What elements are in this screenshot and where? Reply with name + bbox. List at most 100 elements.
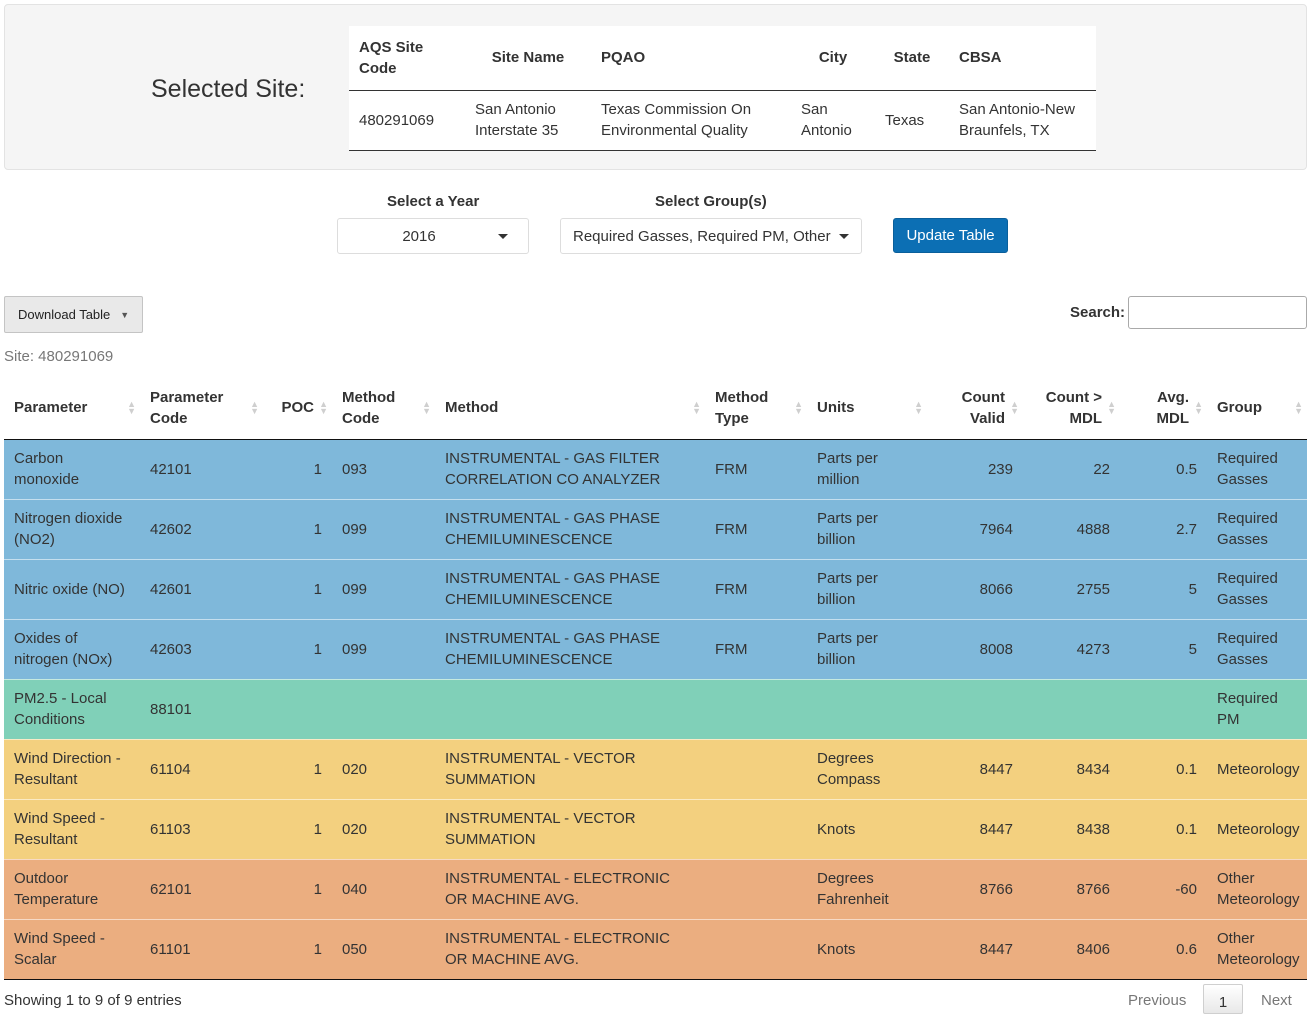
- table-info: Showing 1 to 9 of 9 entries: [4, 992, 182, 1009]
- table-row: Wind Speed - Resultant 61103 1 020 INSTRUMEN…: [4, 798, 1307, 859]
- table-row: Nitric oxide (NO) 42601 1 099 INSTRUMENTAL -…: [4, 558, 1307, 619]
- cell-method-code: 093: [332, 438, 435, 499]
- cell-parameter-code: 42603: [140, 618, 263, 679]
- cell-parameter-code: 88101: [140, 678, 263, 739]
- update-table-button[interactable]: Update Table: [893, 218, 1008, 253]
- column-header-label: Count Valid: [961, 388, 1005, 427]
- column-header-group[interactable]: Group ▲ ▼: [1207, 377, 1307, 440]
- cell-count-valid: [927, 678, 1023, 739]
- column-header-method-code[interactable]: Method Code ▲ ▼: [332, 377, 435, 440]
- cell-method-type: FRM: [705, 558, 807, 619]
- column-header-avg-mdl[interactable]: Avg. MDL ▲ ▼: [1120, 377, 1207, 440]
- cell-count-mdl: 2755: [1023, 558, 1120, 619]
- column-header-units[interactable]: Units ▲ ▼: [807, 377, 927, 440]
- cell-poc: 1: [263, 498, 332, 559]
- column-header-parameter[interactable]: Parameter ▲ ▼: [4, 377, 140, 440]
- column-header-label: Parameter Code: [150, 388, 224, 427]
- cell-avg-mdl: 0.5: [1120, 438, 1207, 499]
- cell-group: Other Meteorology: [1207, 918, 1307, 980]
- page-1-button[interactable]: 1: [1203, 984, 1243, 1014]
- sort-icon: ▲ ▼: [794, 398, 803, 416]
- caret-down-icon: ▼: [120, 309, 130, 320]
- column-header-count-mdl[interactable]: Count > MDL ▲ ▼: [1023, 377, 1120, 440]
- column-header-label: Avg. MDL: [1156, 388, 1190, 427]
- column-header-label: Method Code: [342, 388, 396, 427]
- cell-group: Required Gasses: [1207, 498, 1307, 559]
- site-city-value: San Antonio: [791, 90, 875, 151]
- cell-group: Required Gasses: [1207, 618, 1307, 679]
- cell-count-valid: 8447: [927, 738, 1023, 799]
- cell-count-valid: 8447: [927, 798, 1023, 859]
- cell-units: Knots: [807, 918, 927, 980]
- column-header-label: Method: [445, 399, 499, 417]
- column-header-label: POC: [281, 399, 314, 417]
- cell-avg-mdl: 0.1: [1120, 738, 1207, 799]
- site-header-name: Site Name: [465, 26, 591, 91]
- cell-parameter-code: 42602: [140, 498, 263, 559]
- chevron-down-icon: [839, 234, 849, 239]
- cell-group: Required PM: [1207, 678, 1307, 739]
- cell-parameter-code: 62101: [140, 858, 263, 919]
- year-select[interactable]: 2016: [337, 218, 529, 254]
- site-info-table: AQS Site Code Site Name PQAO City State …: [349, 26, 1096, 151]
- cell-poc: 1: [263, 558, 332, 619]
- cell-count-mdl: 22: [1023, 438, 1120, 499]
- year-label: Select a Year: [387, 193, 480, 210]
- cell-count-valid: 8066: [927, 558, 1023, 619]
- column-header-poc[interactable]: POC ▲ ▼: [263, 377, 332, 440]
- cell-method-code: 099: [332, 618, 435, 679]
- sort-icon: ▲ ▼: [1010, 398, 1019, 416]
- cell-avg-mdl: 5: [1120, 618, 1207, 679]
- cell-units: Parts per billion: [807, 558, 927, 619]
- cell-avg-mdl: -60: [1120, 858, 1207, 919]
- chevron-down-icon: [498, 234, 508, 239]
- download-table-label: Download Table: [18, 307, 111, 322]
- cell-units: Parts per billion: [807, 618, 927, 679]
- cell-method-type: FRM: [705, 438, 807, 499]
- table-row: Oxides of nitrogen (NOx) 42603 1 099 INSTRUM…: [4, 618, 1307, 679]
- download-table-button[interactable]: Download Table ▼: [4, 296, 143, 333]
- cell-poc: [263, 678, 332, 739]
- cell-method-type: [705, 678, 807, 739]
- cell-poc: 1: [263, 798, 332, 859]
- cell-group: Required Gasses: [1207, 558, 1307, 619]
- cell-units: Knots: [807, 798, 927, 859]
- column-header-count-valid[interactable]: Count Valid ▲ ▼: [927, 377, 1023, 440]
- sort-icon: ▲ ▼: [250, 398, 259, 416]
- search-input[interactable]: [1128, 296, 1307, 329]
- site-header-cbsa: CBSA: [949, 26, 1096, 91]
- column-header-method[interactable]: Method ▲ ▼: [435, 377, 705, 440]
- selected-site-panel: Selected Site: AQS Site Code Site Name P…: [4, 4, 1307, 170]
- cell-method-code: 040: [332, 858, 435, 919]
- column-header-method-type[interactable]: Method Type ▲ ▼: [705, 377, 807, 440]
- cell-method-code: 020: [332, 738, 435, 799]
- cell-poc: 1: [263, 618, 332, 679]
- group-select[interactable]: Required Gasses, Required PM, Other M: [560, 218, 862, 254]
- cell-avg-mdl: 0.1: [1120, 798, 1207, 859]
- cell-method-code: [332, 678, 435, 739]
- cell-method-code: 099: [332, 558, 435, 619]
- cell-parameter: PM2.5 - Local Conditions: [4, 678, 140, 739]
- cell-group: Required Gasses: [1207, 438, 1307, 499]
- cell-units: Degrees Compass: [807, 738, 927, 799]
- column-header-parameter-code[interactable]: Parameter Code ▲ ▼: [140, 377, 263, 440]
- cell-poc: 1: [263, 438, 332, 499]
- next-page-button[interactable]: Next: [1261, 992, 1292, 1009]
- site-cbsa-value: San Antonio-New Braunfels, TX: [949, 90, 1096, 151]
- cell-method-type: [705, 858, 807, 919]
- cell-method: INSTRUMENTAL - ELECTRONIC OR MACHINE AVG…: [435, 918, 705, 980]
- sort-icon: ▲ ▼: [692, 398, 701, 416]
- cell-parameter: Oxides of nitrogen (NOx): [4, 618, 140, 679]
- site-name-value: San Antonio Interstate 35: [465, 90, 591, 151]
- cell-count-mdl: 4888: [1023, 498, 1120, 559]
- year-select-value: 2016: [402, 227, 436, 245]
- cell-units: Parts per billion: [807, 498, 927, 559]
- cell-count-valid: 239: [927, 438, 1023, 499]
- sort-icon: ▲ ▼: [1107, 398, 1116, 416]
- selected-site-label: Selected Site:: [151, 75, 306, 103]
- sort-icon: ▲ ▼: [1194, 398, 1203, 416]
- previous-page-button[interactable]: Previous: [1128, 992, 1186, 1009]
- group-select-value: Required Gasses, Required PM, Other M: [573, 227, 831, 245]
- cell-parameter: Wind Speed - Resultant: [4, 798, 140, 859]
- sort-icon: ▲ ▼: [1294, 398, 1303, 416]
